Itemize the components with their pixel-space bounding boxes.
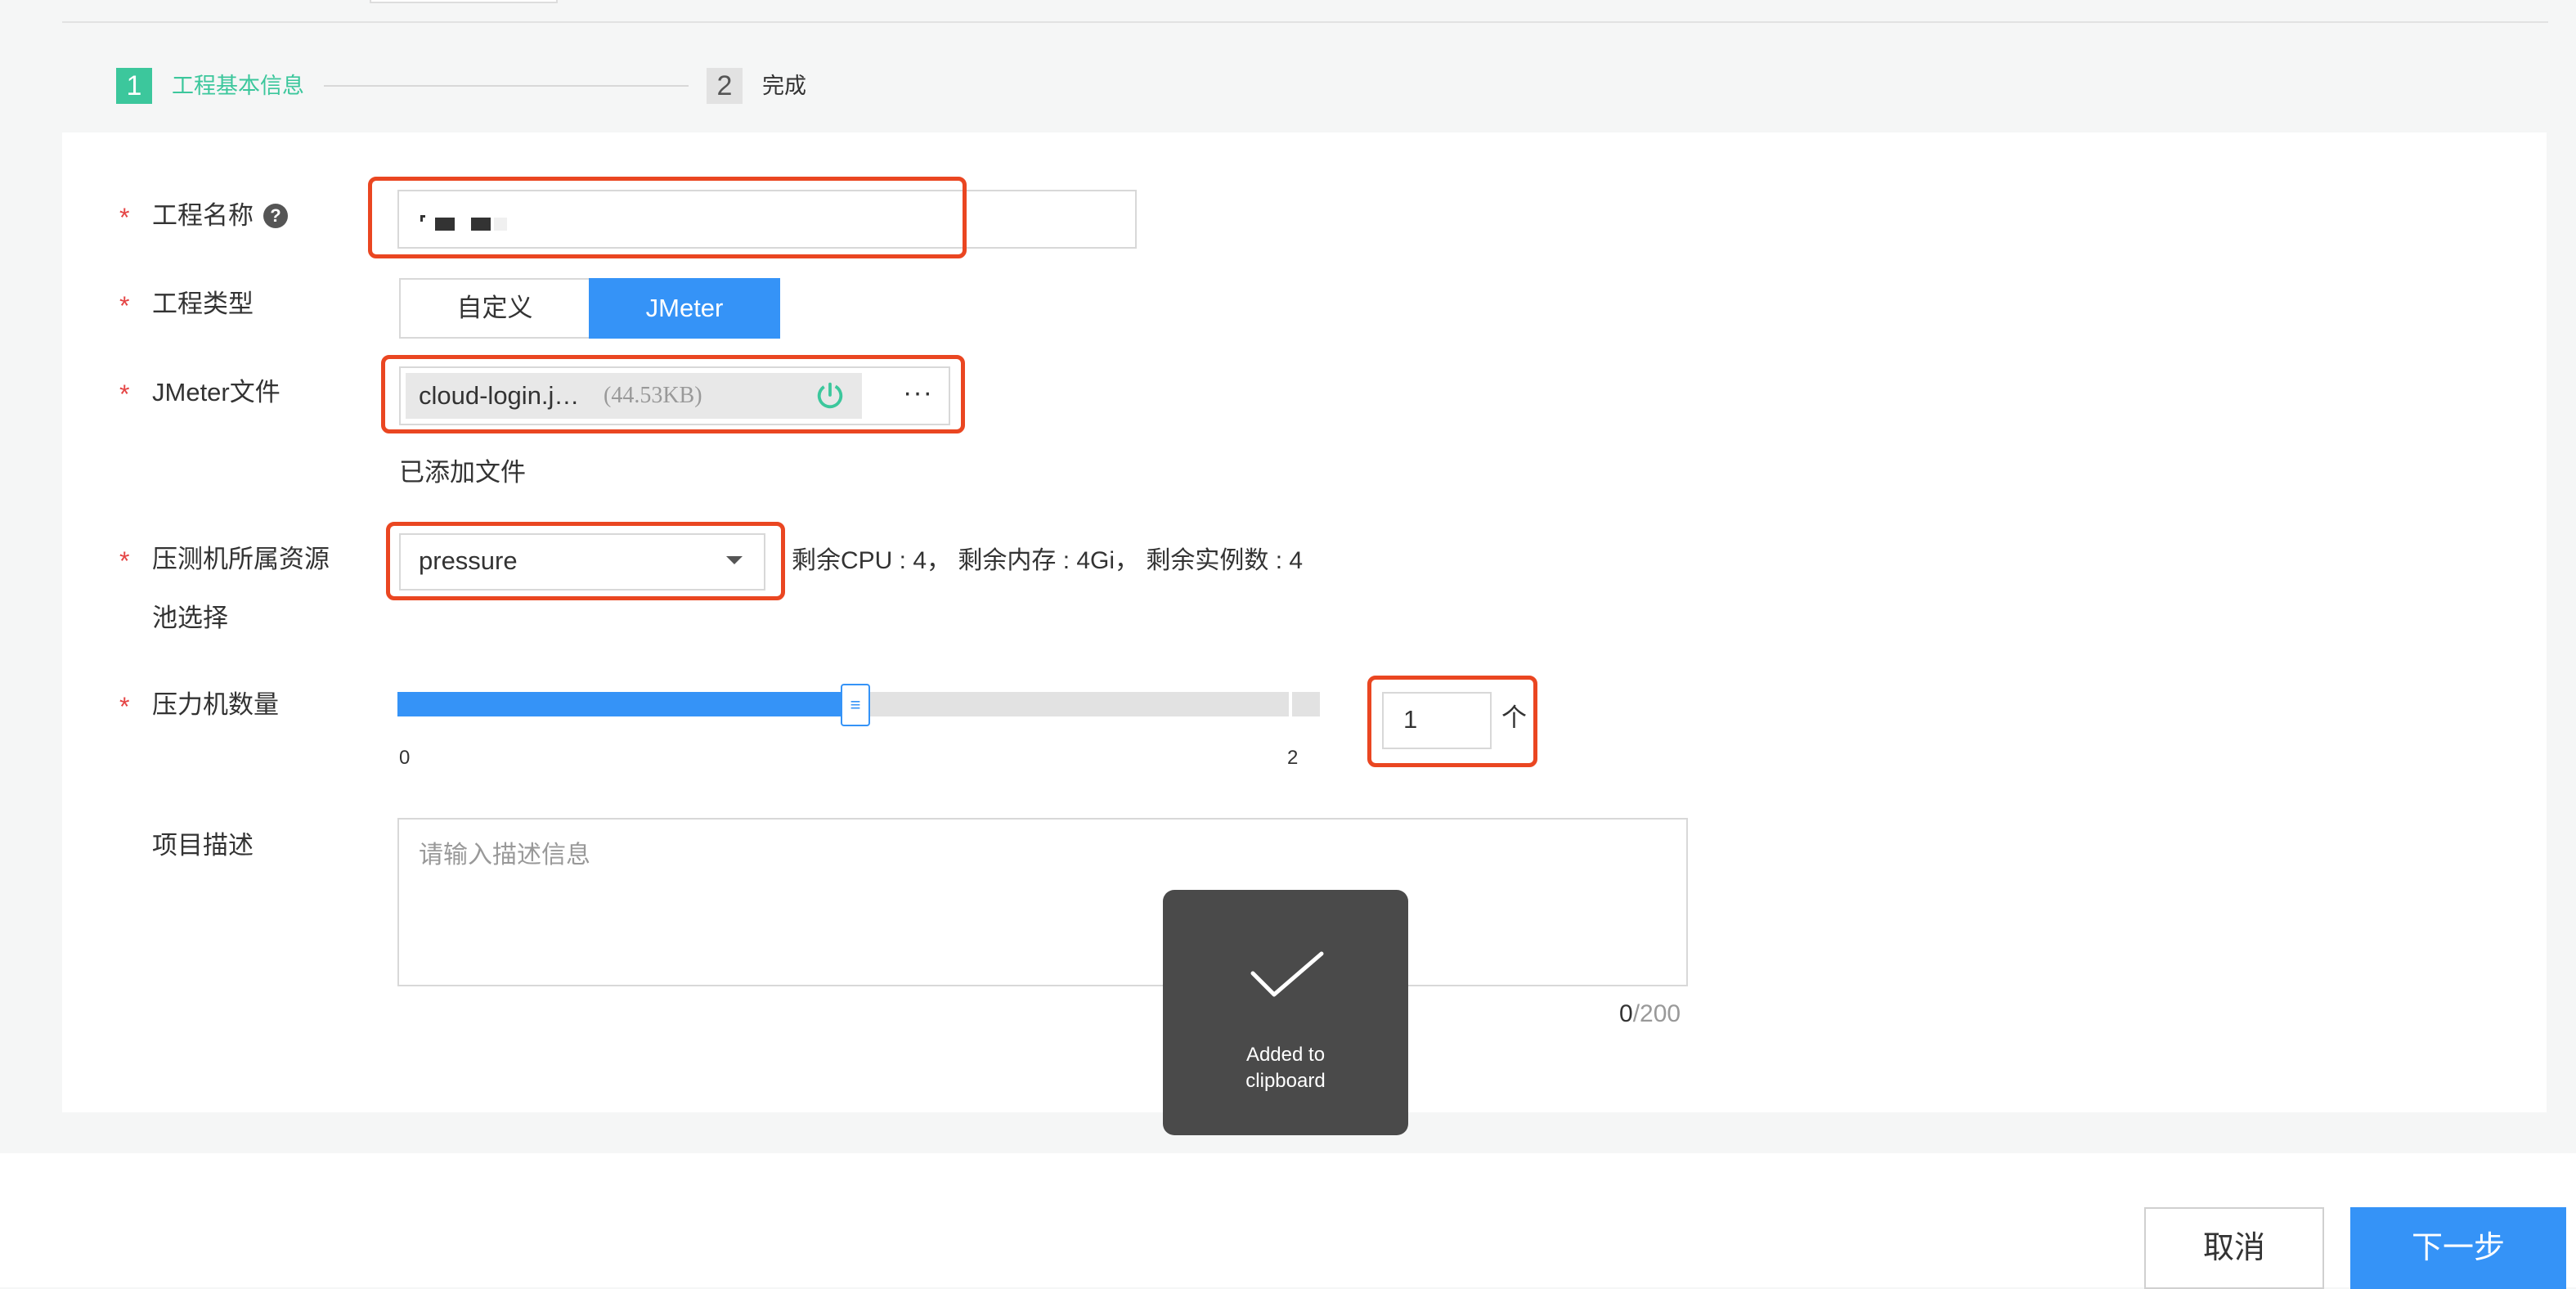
step-2-label: 完成 — [762, 74, 806, 98]
description-textarea[interactable] — [397, 818, 1688, 986]
file-added-text: 已添加文件 — [399, 458, 526, 487]
resource-pool-label: 压测机所属资源 — [152, 545, 330, 573]
step-connector — [324, 85, 689, 87]
slider-handle[interactable]: ≡ — [841, 684, 870, 726]
toast-line-2: clipboard — [1245, 1070, 1326, 1092]
next-step-button[interactable]: 下一步 — [2350, 1207, 2566, 1289]
highlight-box — [381, 355, 965, 433]
resource-info: 剩余CPU : 4， 剩余内存 : 4Gi， 剩余实例数 : 4 — [792, 547, 1304, 574]
required-mark: * — [119, 203, 130, 232]
step-1-label: 工程基本信息 — [172, 74, 304, 98]
slider-max-label: 2 — [1287, 747, 1299, 769]
step-2-number: 2 — [707, 68, 743, 104]
toast-line-1: Added to — [1245, 1044, 1326, 1066]
highlight-box — [1367, 676, 1537, 767]
resource-pool-label-line2: 池选择 — [152, 604, 228, 632]
project-name-label: 工程名称 — [152, 201, 254, 230]
check-icon — [1250, 951, 1324, 997]
type-option-jmeter[interactable]: JMeter — [589, 278, 780, 339]
required-mark: * — [119, 291, 130, 321]
clipboard-toast — [1163, 890, 1408, 1135]
project-type-label: 工程类型 — [152, 290, 254, 318]
required-mark: * — [119, 380, 130, 409]
required-mark: * — [119, 546, 130, 576]
toast-message: Added to clipboard — [1163, 1042, 1408, 1094]
slider-fill — [397, 692, 854, 716]
char-limit: /200 — [1632, 1000, 1681, 1027]
question-circle-icon[interactable]: ? — [263, 204, 288, 228]
highlight-box — [386, 522, 785, 600]
required-mark: * — [119, 692, 130, 721]
highlight-box — [368, 177, 967, 258]
top-tab-fragment — [370, 0, 558, 3]
slider-min-label: 0 — [399, 747, 411, 769]
machine-count-label: 压力机数量 — [152, 690, 279, 719]
description-label: 项目描述 — [152, 831, 254, 860]
slider-track-end — [1292, 692, 1320, 716]
cancel-button[interactable]: 取消 — [2144, 1207, 2324, 1289]
description-placeholder: 请输入描述信息 — [419, 842, 590, 869]
step-1-number: 1 — [116, 68, 152, 104]
char-counter: 0/200 — [1619, 996, 1681, 1032]
jmeter-file-label: JMeter文件 — [152, 378, 280, 406]
type-option-custom[interactable]: 自定义 — [399, 278, 589, 339]
char-count: 0 — [1619, 1000, 1633, 1027]
top-divider — [62, 21, 2548, 23]
